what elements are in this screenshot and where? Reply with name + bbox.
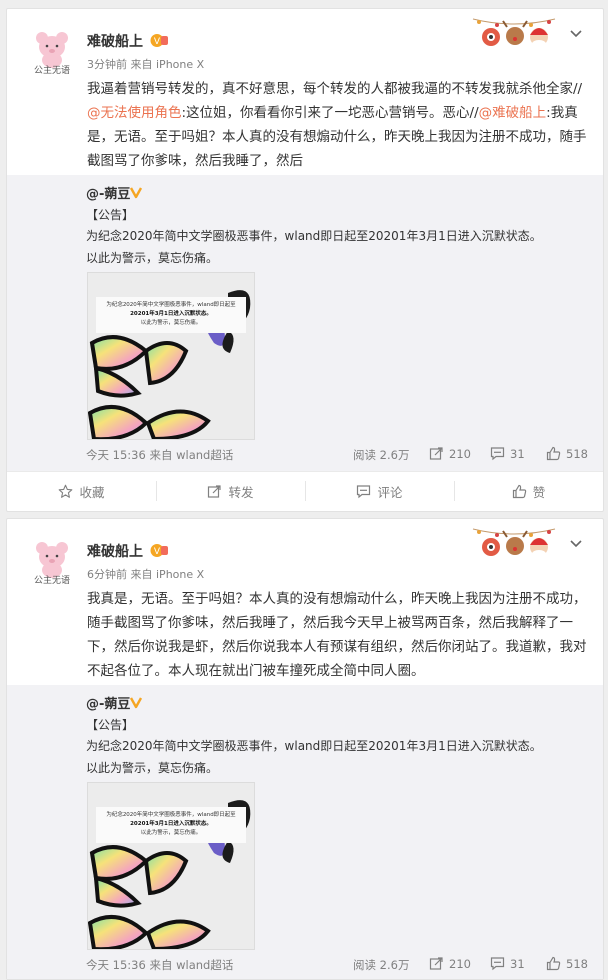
action-bar: 收藏 转发 评论 赞 — [7, 471, 603, 510]
repost-author[interactable]: @-蒴豆 — [86, 183, 130, 202]
avatar[interactable]: 公主无语 — [27, 537, 77, 587]
chevron-down-icon[interactable] — [568, 535, 584, 551]
repost-meta: 今天 15:36 来自 wland超话 — [86, 447, 233, 463]
vip-badge-icon[interactable]: V — [150, 543, 168, 558]
like-icon — [512, 484, 526, 498]
weibo-post-card: 公主无语 难破船上 V 3分钟前 来自 iPhone X 我逼着营销号转发的，真… — [6, 8, 604, 512]
user-name[interactable]: 难破船上 — [87, 541, 143, 561]
read-count: 阅读 2.6万 — [353, 448, 410, 462]
repost-count-button[interactable]: 210 — [429, 956, 471, 971]
comment-count: 31 — [510, 956, 525, 971]
repost-source[interactable]: wland超话 — [176, 448, 233, 462]
favorite-button[interactable]: 收藏 — [7, 472, 156, 510]
repost-count: 210 — [449, 956, 471, 971]
holiday-decoration-icon — [472, 528, 556, 558]
like-button[interactable]: 赞 — [454, 472, 603, 510]
like-icon — [546, 956, 561, 971]
comment-icon — [490, 957, 505, 971]
post-time[interactable]: 6分钟前 — [87, 568, 127, 581]
image-caption: 为纪念2020年简中文学圈极恶事件，wland即日起至 — [106, 810, 236, 818]
svg-text:V: V — [154, 547, 161, 557]
avatar-caption: 公主无语 — [33, 576, 70, 586]
source-prefix: 来自 — [149, 448, 173, 462]
gold-v-icon — [129, 187, 143, 199]
source-prefix: 来自 — [130, 568, 153, 581]
holiday-decoration-icon — [472, 18, 556, 48]
weibo-post-card: 公主无语 难破船上 V 6分钟前 来自 iPhone X 我真是，无语。至于吗姐… — [6, 518, 604, 980]
mention-link[interactable]: @无法使用角色 — [87, 105, 182, 121]
repost-count: 210 — [449, 446, 471, 461]
image-caption: 以此为警示，莫忘伤痛。 — [141, 318, 202, 326]
repost-block: @-蒴豆 【公告】 为纪念2020年简中文学圈极恶事件，wland即日起至202… — [7, 175, 603, 471]
chevron-down-icon[interactable] — [568, 25, 584, 41]
butterfly-image: 为纪念2020年简中文学圈极恶事件，wland即日起至 20201年3月1日进入… — [88, 783, 254, 949]
repost-line: 【公告】 — [86, 718, 135, 732]
like-count: 518 — [566, 446, 588, 461]
repost-line: 【公告】 — [86, 208, 135, 222]
like-count-button[interactable]: 518 — [546, 956, 588, 971]
repost-image[interactable]: 为纪念2020年简中文学圈极恶事件，wland即日起至 20201年3月1日进入… — [87, 272, 255, 440]
like-count: 518 — [566, 956, 588, 971]
comment-count-button[interactable]: 31 — [490, 446, 525, 461]
repost-icon — [429, 957, 443, 970]
repost-icon — [208, 484, 222, 498]
repost-line: 以此为警示，莫忘伤痛。 — [86, 761, 219, 775]
avatar-caption: 公主无语 — [33, 66, 70, 76]
post-source[interactable]: iPhone X — [156, 58, 204, 71]
mention-link[interactable]: @难破船上 — [479, 105, 547, 121]
image-caption: 20201年3月1日进入沉默状态。 — [130, 819, 212, 827]
comment-button[interactable]: 评论 — [305, 472, 454, 510]
avatar[interactable]: 公主无语 — [27, 27, 77, 77]
repost-label: 转发 — [228, 484, 254, 500]
post-time[interactable]: 3分钟前 — [87, 58, 127, 71]
like-icon — [546, 446, 561, 461]
like-label: 赞 — [532, 484, 546, 500]
image-caption: 以此为警示，莫忘伤痛。 — [141, 828, 202, 836]
repost-time[interactable]: 今天 15:36 — [86, 448, 146, 462]
comment-count: 31 — [510, 446, 525, 461]
post-text: 我真是，无语。至于吗姐？本人真的没有想煽动什么，昨天晚上我因为注册不成功，随手截… — [87, 587, 587, 683]
repost-icon — [429, 447, 443, 460]
source-prefix: 来自 — [149, 958, 173, 972]
post-text-part: 我逼着营销号转发的，真不好意思，每个转发的人都被我逼的不转发我就杀他全家// — [87, 81, 583, 97]
repost-count-button[interactable]: 210 — [429, 446, 471, 461]
user-name[interactable]: 难破船上 — [87, 31, 143, 51]
repost-source[interactable]: wland超话 — [176, 958, 233, 972]
comment-icon — [490, 447, 505, 461]
repost-author[interactable]: @-蒴豆 — [86, 693, 130, 712]
source-prefix: 来自 — [130, 58, 153, 71]
gold-v-icon — [129, 697, 143, 709]
star-icon — [59, 484, 73, 498]
comment-label: 评论 — [377, 484, 403, 500]
svg-text:V: V — [154, 37, 161, 47]
repost-block: @-蒴豆 【公告】 为纪念2020年简中文学圈极恶事件，wland即日起至202… — [7, 685, 603, 979]
post-text-part: 我真是，无语。至于吗姐？本人真的没有想煽动什么，昨天晚上我因为注册不成功，随手截… — [87, 591, 587, 679]
repost-image[interactable]: 为纪念2020年简中文学圈极恶事件，wland即日起至 20201年3月1日进入… — [87, 782, 255, 950]
like-count-button[interactable]: 518 — [546, 446, 588, 461]
comment-icon — [357, 484, 371, 498]
butterfly-image: 为纪念2020年简中文学圈极恶事件，wland即日起至 20201年3月1日进入… — [88, 273, 254, 439]
repost-line: 为纪念2020年简中文学圈极恶事件，wland即日起至20201年3月1日进入沉… — [86, 229, 542, 243]
post-meta: 6分钟前 来自 iPhone X — [87, 566, 204, 582]
repost-line: 为纪念2020年简中文学圈极恶事件，wland即日起至20201年3月1日进入沉… — [86, 739, 542, 753]
repost-meta: 今天 15:36 来自 wland超话 — [86, 957, 233, 973]
post-meta: 3分钟前 来自 iPhone X — [87, 56, 204, 72]
favorite-label: 收藏 — [79, 484, 105, 500]
comment-count-button[interactable]: 31 — [490, 956, 525, 971]
post-source[interactable]: iPhone X — [156, 568, 204, 581]
image-caption: 为纪念2020年简中文学圈极恶事件，wland即日起至 — [106, 300, 236, 308]
post-text-part: :这位姐，你看看你引来了一坨恶心营销号。恶心// — [181, 105, 479, 121]
vip-badge-icon[interactable]: V — [150, 33, 168, 48]
post-text: 我逼着营销号转发的，真不好意思，每个转发的人都被我逼的不转发我就杀他全家// @无… — [87, 77, 587, 173]
repost-time[interactable]: 今天 15:36 — [86, 958, 146, 972]
repost-button[interactable]: 转发 — [156, 472, 305, 510]
image-caption: 20201年3月1日进入沉默状态。 — [130, 309, 212, 317]
repost-line: 以此为警示，莫忘伤痛。 — [86, 251, 219, 265]
read-count: 阅读 2.6万 — [353, 958, 410, 972]
